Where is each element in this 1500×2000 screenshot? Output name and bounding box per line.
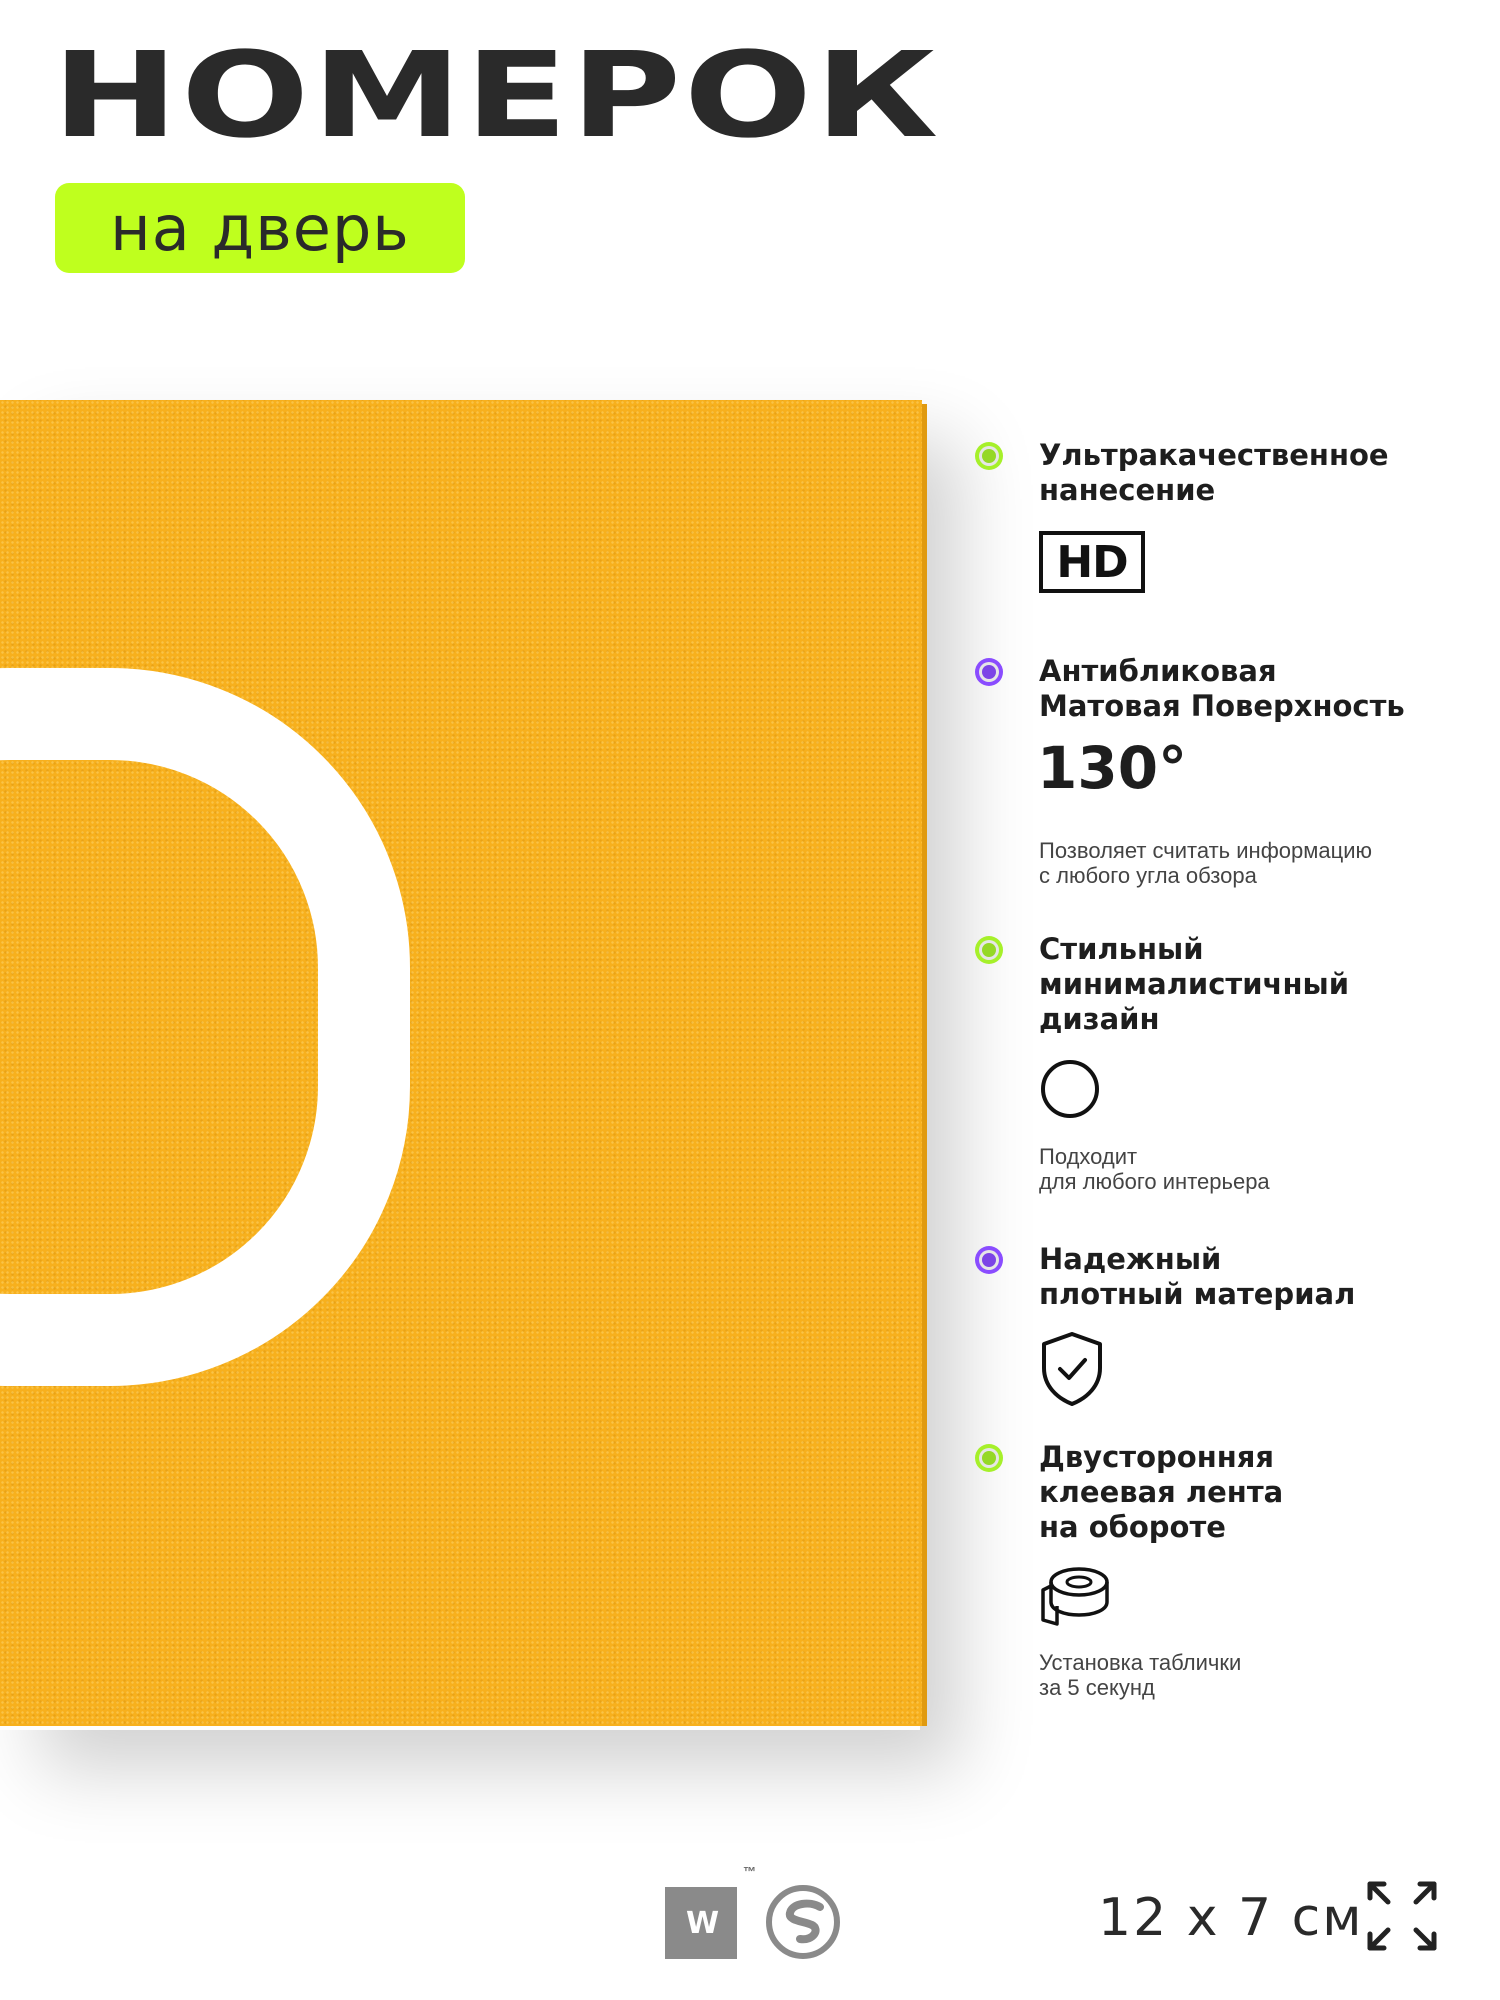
bullet-purple-icon [975, 658, 1003, 686]
subtitle-text: на дверь [110, 191, 410, 265]
plate-edge [922, 404, 927, 1726]
plate-digit-zero [0, 668, 410, 1386]
feature-heading: Двусторонняя клеевая лента на обороте [1039, 1440, 1284, 1544]
hd-badge-icon: HD [1039, 531, 1145, 593]
viewing-angle-value: 130° [1037, 734, 1188, 802]
door-number-plate [0, 400, 922, 1726]
brand-logo-w: W [665, 1887, 737, 1959]
feature-heading: Стильный минималистичный дизайн [1039, 932, 1350, 1036]
brand-logo-mark: W [685, 1905, 719, 1941]
feature-note: Позволяет считать информацию с любого уг… [1039, 838, 1373, 888]
bullet-purple-icon [975, 1246, 1003, 1274]
product-title: НОМЕРОК [52, 26, 941, 164]
shield-check-icon [1042, 1332, 1102, 1406]
expand-arrows-icon [1367, 1881, 1437, 1951]
bullet-green-icon [975, 1444, 1003, 1472]
bullet-green-icon [975, 936, 1003, 964]
circle-icon [1041, 1060, 1099, 1118]
feature-heading: Надежный плотный материал [1039, 1242, 1356, 1311]
size-label: 12 x 7 см [1098, 1888, 1364, 1948]
feature-note: Установка таблички за 5 секунд [1039, 1650, 1242, 1700]
feature-note: Подходит для любого интерьера [1039, 1144, 1270, 1194]
tape-roll-icon [1041, 1567, 1109, 1626]
bullet-green-icon [975, 442, 1003, 470]
feature-heading: Ультракачественное нанесение [1039, 438, 1389, 507]
feature-heading: Антибликовая Матовая Поверхность [1039, 654, 1405, 723]
brand-logo-circle-icon [766, 1885, 840, 1959]
trademark-mark: ™ [743, 1864, 756, 1879]
subtitle-badge: на дверь [55, 183, 465, 273]
